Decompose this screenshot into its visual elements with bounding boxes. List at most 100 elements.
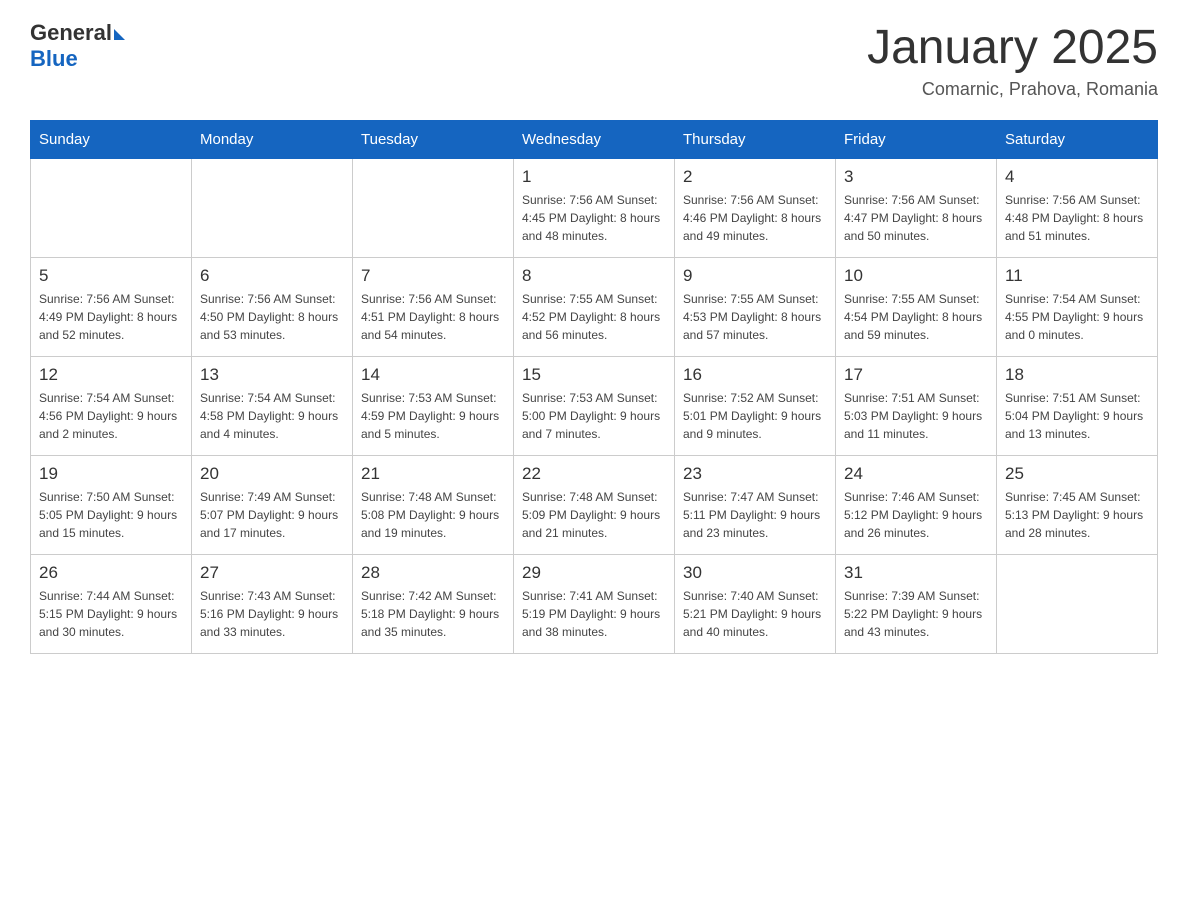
calendar-cell: 31Sunrise: 7:39 AM Sunset: 5:22 PM Dayli… xyxy=(836,555,997,654)
day-info: Sunrise: 7:55 AM Sunset: 4:54 PM Dayligh… xyxy=(844,290,988,344)
day-number: 25 xyxy=(1005,464,1149,484)
calendar-cell: 21Sunrise: 7:48 AM Sunset: 5:08 PM Dayli… xyxy=(353,456,514,555)
logo-general: General xyxy=(30,20,112,45)
day-info: Sunrise: 7:53 AM Sunset: 4:59 PM Dayligh… xyxy=(361,389,505,443)
day-number: 15 xyxy=(522,365,666,385)
day-info: Sunrise: 7:54 AM Sunset: 4:55 PM Dayligh… xyxy=(1005,290,1149,344)
day-number: 14 xyxy=(361,365,505,385)
day-number: 24 xyxy=(844,464,988,484)
calendar-week-row: 26Sunrise: 7:44 AM Sunset: 5:15 PM Dayli… xyxy=(31,555,1158,654)
calendar-cell: 7 Sunrise: 7:56 AM Sunset: 4:51 PM Daylig… xyxy=(353,258,514,357)
day-info: Sunrise: 7:56 AM Sunset: 4:49 PM Dayligh… xyxy=(39,290,183,344)
day-of-week-header: Saturday xyxy=(997,121,1158,159)
calendar-table: SundayMondayTuesdayWednesdayThursdayFrid… xyxy=(30,120,1158,654)
day-number: 8 xyxy=(522,266,666,286)
day-info: Sunrise: 7:56 AM Sunset: 4:48 PM Dayligh… xyxy=(1005,191,1149,245)
day-number: 12 xyxy=(39,365,183,385)
day-info: Sunrise: 7:41 AM Sunset: 5:19 PM Dayligh… xyxy=(522,587,666,641)
day-number: 1 xyxy=(522,167,666,187)
calendar-cell: 2 Sunrise: 7:56 AM Sunset: 4:46 PM Daylig… xyxy=(675,159,836,258)
day-info: Sunrise: 7:56 AM Sunset: 4:51 PM Dayligh… xyxy=(361,290,505,344)
day-info: Sunrise: 7:50 AM Sunset: 5:05 PM Dayligh… xyxy=(39,488,183,542)
calendar-cell xyxy=(31,159,192,258)
calendar-cell: 30Sunrise: 7:40 AM Sunset: 5:21 PM Dayli… xyxy=(675,555,836,654)
day-info: Sunrise: 7:56 AM Sunset: 4:45 PM Dayligh… xyxy=(522,191,666,245)
calendar-cell: 17 Sunrise: 7:51 AM Sunset: 5:03 PM Dayli… xyxy=(836,357,997,456)
day-of-week-header: Friday xyxy=(836,121,997,159)
calendar-cell: 3 Sunrise: 7:56 AM Sunset: 4:47 PM Daylig… xyxy=(836,159,997,258)
calendar-cell: 11 Sunrise: 7:54 AM Sunset: 4:55 PM Dayli… xyxy=(997,258,1158,357)
logo-triangle-icon xyxy=(114,29,125,40)
day-of-week-header: Tuesday xyxy=(353,121,514,159)
calendar-cell: 6 Sunrise: 7:56 AM Sunset: 4:50 PM Daylig… xyxy=(192,258,353,357)
calendar-cell: 5 Sunrise: 7:56 AM Sunset: 4:49 PM Daylig… xyxy=(31,258,192,357)
location: Comarnic, Prahova, Romania xyxy=(867,79,1158,100)
day-number: 28 xyxy=(361,563,505,583)
day-number: 3 xyxy=(844,167,988,187)
calendar-cell: 13 Sunrise: 7:54 AM Sunset: 4:58 PM Dayli… xyxy=(192,357,353,456)
calendar-week-row: 1 Sunrise: 7:56 AM Sunset: 4:45 PM Daylig… xyxy=(31,159,1158,258)
day-number: 17 xyxy=(844,365,988,385)
calendar-cell: 29 Sunrise: 7:41 AM Sunset: 5:19 PM Dayli… xyxy=(514,555,675,654)
day-info: Sunrise: 7:55 AM Sunset: 4:52 PM Dayligh… xyxy=(522,290,666,344)
calendar-cell: 19 Sunrise: 7:50 AM Sunset: 5:05 PM Dayli… xyxy=(31,456,192,555)
day-info: Sunrise: 7:54 AM Sunset: 4:58 PM Dayligh… xyxy=(200,389,344,443)
day-number: 11 xyxy=(1005,266,1149,286)
day-info: Sunrise: 7:45 AM Sunset: 5:13 PM Dayligh… xyxy=(1005,488,1149,542)
day-info: Sunrise: 7:46 AM Sunset: 5:12 PM Dayligh… xyxy=(844,488,988,542)
calendar-cell: 14 Sunrise: 7:53 AM Sunset: 4:59 PM Dayli… xyxy=(353,357,514,456)
day-number: 27 xyxy=(200,563,344,583)
day-info: Sunrise: 7:42 AM Sunset: 5:18 PM Dayligh… xyxy=(361,587,505,641)
day-info: Sunrise: 7:55 AM Sunset: 4:53 PM Dayligh… xyxy=(683,290,827,344)
day-number: 6 xyxy=(200,266,344,286)
day-info: Sunrise: 7:56 AM Sunset: 4:46 PM Dayligh… xyxy=(683,191,827,245)
day-of-week-header: Wednesday xyxy=(514,121,675,159)
logo: General Blue xyxy=(30,20,125,73)
calendar-cell: 4 Sunrise: 7:56 AM Sunset: 4:48 PM Daylig… xyxy=(997,159,1158,258)
calendar-cell: 10 Sunrise: 7:55 AM Sunset: 4:54 PM Dayli… xyxy=(836,258,997,357)
calendar-cell: 25 Sunrise: 7:45 AM Sunset: 5:13 PM Dayli… xyxy=(997,456,1158,555)
calendar-body: 1 Sunrise: 7:56 AM Sunset: 4:45 PM Daylig… xyxy=(31,159,1158,654)
day-info: Sunrise: 7:47 AM Sunset: 5:11 PM Dayligh… xyxy=(683,488,827,542)
day-info: Sunrise: 7:40 AM Sunset: 5:21 PM Dayligh… xyxy=(683,587,827,641)
month-title: January 2025 xyxy=(867,20,1158,75)
day-number: 22 xyxy=(522,464,666,484)
day-info: Sunrise: 7:56 AM Sunset: 4:47 PM Dayligh… xyxy=(844,191,988,245)
calendar-cell: 26Sunrise: 7:44 AM Sunset: 5:15 PM Dayli… xyxy=(31,555,192,654)
calendar-cell: 1 Sunrise: 7:56 AM Sunset: 4:45 PM Daylig… xyxy=(514,159,675,258)
calendar-cell: 9Sunrise: 7:55 AM Sunset: 4:53 PM Daylig… xyxy=(675,258,836,357)
day-of-week-header: Sunday xyxy=(31,121,192,159)
day-number: 21 xyxy=(361,464,505,484)
day-of-week-header: Monday xyxy=(192,121,353,159)
page-header: General Blue January 2025 Comarnic, Prah… xyxy=(30,20,1158,100)
calendar-cell xyxy=(997,555,1158,654)
day-info: Sunrise: 7:52 AM Sunset: 5:01 PM Dayligh… xyxy=(683,389,827,443)
day-info: Sunrise: 7:53 AM Sunset: 5:00 PM Dayligh… xyxy=(522,389,666,443)
day-info: Sunrise: 7:56 AM Sunset: 4:50 PM Dayligh… xyxy=(200,290,344,344)
day-number: 7 xyxy=(361,266,505,286)
day-info: Sunrise: 7:39 AM Sunset: 5:22 PM Dayligh… xyxy=(844,587,988,641)
logo-blue: Blue xyxy=(30,46,78,71)
header-row: SundayMondayTuesdayWednesdayThursdayFrid… xyxy=(31,121,1158,159)
day-number: 10 xyxy=(844,266,988,286)
calendar-cell xyxy=(192,159,353,258)
day-number: 2 xyxy=(683,167,827,187)
calendar-cell: 15 Sunrise: 7:53 AM Sunset: 5:00 PM Dayli… xyxy=(514,357,675,456)
calendar-week-row: 12Sunrise: 7:54 AM Sunset: 4:56 PM Dayli… xyxy=(31,357,1158,456)
day-number: 29 xyxy=(522,563,666,583)
day-number: 5 xyxy=(39,266,183,286)
calendar-cell: 24 Sunrise: 7:46 AM Sunset: 5:12 PM Dayli… xyxy=(836,456,997,555)
day-number: 13 xyxy=(200,365,344,385)
day-number: 19 xyxy=(39,464,183,484)
day-number: 20 xyxy=(200,464,344,484)
day-of-week-header: Thursday xyxy=(675,121,836,159)
calendar-cell: 20 Sunrise: 7:49 AM Sunset: 5:07 PM Dayli… xyxy=(192,456,353,555)
calendar-cell: 12Sunrise: 7:54 AM Sunset: 4:56 PM Dayli… xyxy=(31,357,192,456)
calendar-cell: 28 Sunrise: 7:42 AM Sunset: 5:18 PM Dayli… xyxy=(353,555,514,654)
calendar-header: SundayMondayTuesdayWednesdayThursdayFrid… xyxy=(31,121,1158,159)
day-info: Sunrise: 7:51 AM Sunset: 5:03 PM Dayligh… xyxy=(844,389,988,443)
day-number: 4 xyxy=(1005,167,1149,187)
day-number: 18 xyxy=(1005,365,1149,385)
day-info: Sunrise: 7:49 AM Sunset: 5:07 PM Dayligh… xyxy=(200,488,344,542)
calendar-cell: 27Sunrise: 7:43 AM Sunset: 5:16 PM Dayli… xyxy=(192,555,353,654)
